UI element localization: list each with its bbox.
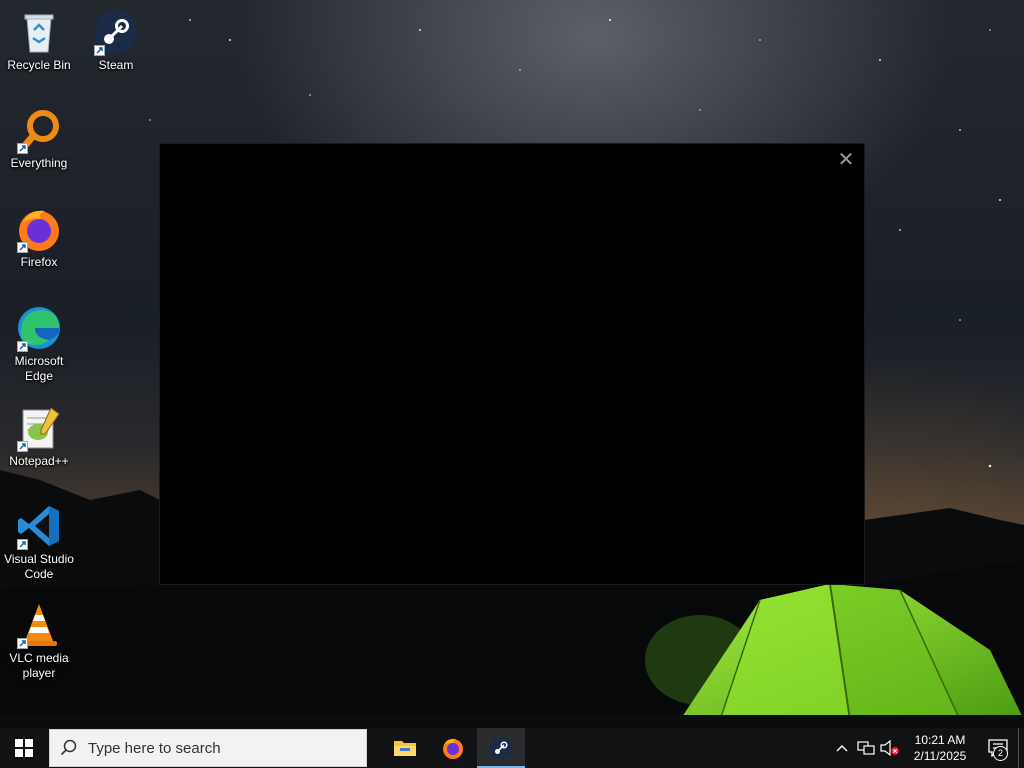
start-button[interactable] [0,728,48,768]
desktop-icon-label: Visual Studio Code [4,552,74,581]
action-center-button[interactable]: 2 [978,728,1018,768]
notepad-plus-plus-icon [15,404,63,452]
shortcut-arrow-icon [17,638,28,649]
show-hidden-icons-button[interactable] [830,728,854,768]
desktop-icon-vlc[interactable]: VLC media player [2,601,76,681]
everything-search-icon [15,106,63,154]
vscode-icon [15,502,63,550]
search-placeholder: Type here to search [88,739,221,757]
volume-muted-icon [880,740,899,756]
network-button[interactable] [854,728,878,768]
shortcut-arrow-icon [17,341,28,352]
desktop-icon-label: Everything [10,156,68,170]
desktop-icon-steam[interactable]: Steam [79,8,153,73]
taskbar-search-box[interactable]: Type here to search [49,729,367,767]
clock-time: 10:21 AM [914,733,966,747]
search-icon [50,739,88,757]
desktop-icon-label: Steam [98,58,134,72]
taskbar-steam[interactable] [477,728,525,768]
edge-icon [15,304,63,352]
desktop-icon-label: Notepad++ [9,454,69,468]
notification-count-badge: 2 [993,746,1008,761]
steam-icon [92,8,140,56]
shortcut-arrow-icon [17,441,28,452]
close-button[interactable]: ✕ [836,150,856,170]
shortcut-arrow-icon [17,539,28,550]
vlc-icon [15,601,63,649]
splash-window[interactable]: ✕ [160,144,864,584]
desktop-icon-firefox[interactable]: Firefox [2,205,76,270]
firefox-icon [15,205,63,253]
desktop-icon-label: Firefox [20,255,58,269]
desktop-icon-microsoft-edge[interactable]: Microsoft Edge [2,304,76,384]
desktop-icon-label: Microsoft Edge [14,354,64,383]
show-desktop-button[interactable] [1018,728,1024,768]
close-icon: ✕ [837,149,855,171]
desktop-icon-vscode[interactable]: Visual Studio Code [2,502,76,582]
taskbar-file-explorer[interactable] [381,728,429,768]
clock-date: 2/11/2025 [913,749,967,763]
taskbar: Type here to search 10:21 AM 2/11/2025 2 [0,728,1024,768]
steam-icon [490,737,512,759]
shortcut-arrow-icon [17,242,28,253]
windows-logo-icon [15,739,33,757]
desktop-icon-notepad-plus-plus[interactable]: Notepad++ [2,404,76,469]
clock[interactable]: 10:21 AM 2/11/2025 [902,732,978,764]
shortcut-arrow-icon [94,45,105,56]
network-icon [857,741,875,755]
taskbar-firefox[interactable] [429,728,477,768]
desktop-icon-recycle-bin[interactable]: Recycle Bin [2,8,76,73]
chevron-up-icon [836,745,848,752]
file-explorer-icon [394,741,416,756]
recycle-bin-icon [15,8,63,56]
desktop-icon-everything[interactable]: Everything [2,106,76,171]
volume-button[interactable] [878,728,902,768]
firefox-icon [443,738,463,759]
desktop-icon-label: Recycle Bin [7,58,71,72]
shortcut-arrow-icon [17,143,28,154]
system-tray: 10:21 AM 2/11/2025 2 [830,728,1024,768]
desktop-icon-label: VLC media player [9,651,69,680]
